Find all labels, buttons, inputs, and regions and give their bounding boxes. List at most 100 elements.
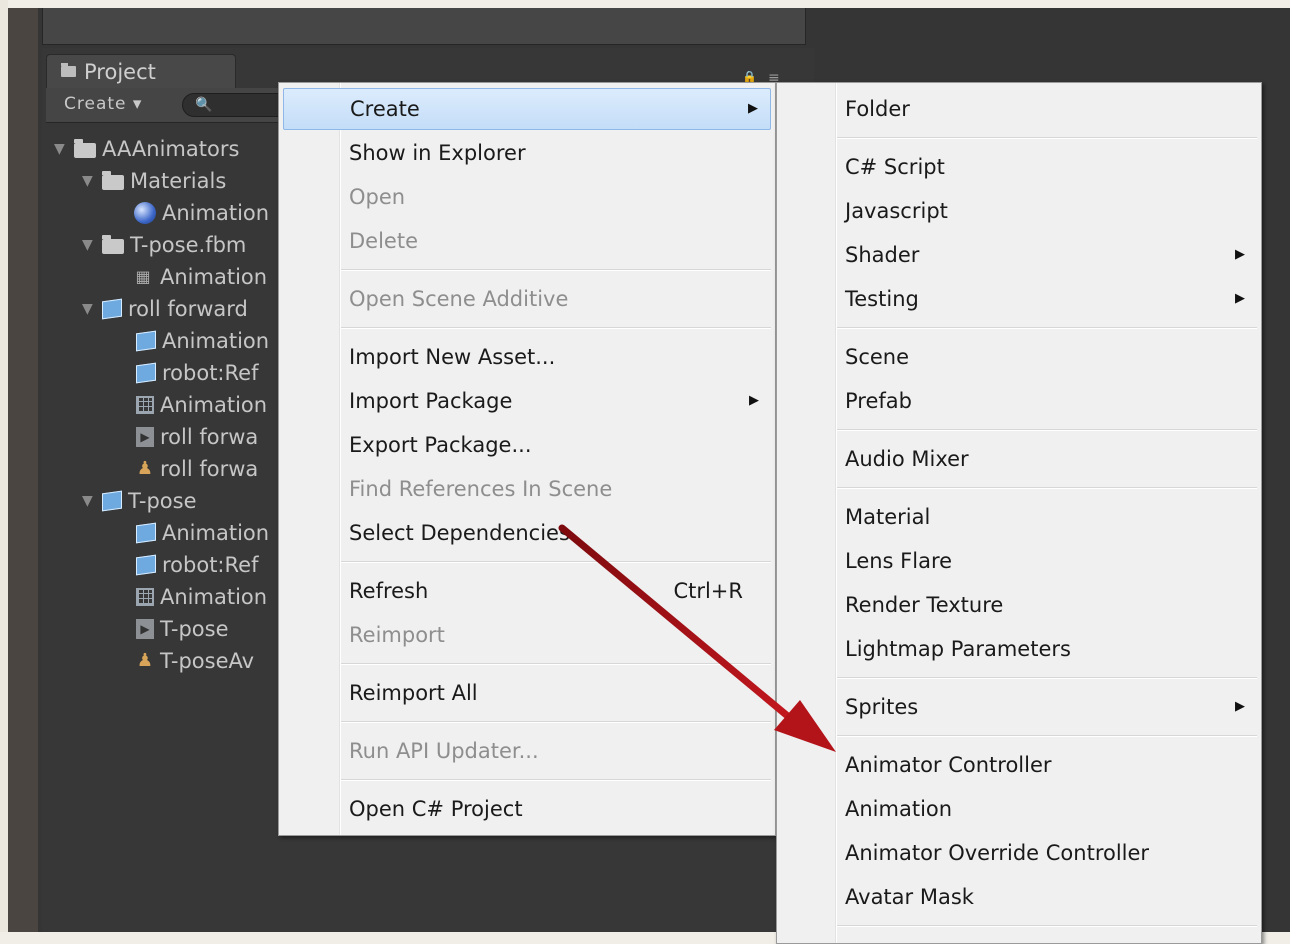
tree-row[interactable]: Animation <box>134 198 269 228</box>
tree-row[interactable]: ▶ T-pose <box>136 614 229 644</box>
menu-item-label: Open <box>349 185 406 209</box>
submenu-item-animation[interactable]: Animation <box>781 788 1257 830</box>
menu-item-label: Animator Override Controller <box>845 841 1150 865</box>
submenu-item-sprites[interactable]: Sprites ▶ <box>781 686 1257 728</box>
menu-item-import-package[interactable]: Import Package ▶ <box>283 380 771 422</box>
menu-item-label: Find References In Scene <box>349 477 613 501</box>
menu-item-label: Refresh <box>349 579 429 603</box>
menu-item-label: Run API Updater... <box>349 739 539 763</box>
menu-separator <box>341 721 771 723</box>
menu-separator <box>341 269 771 271</box>
submenu-item-prefab[interactable]: Prefab <box>781 380 1257 422</box>
menu-item-reimport[interactable]: Reimport <box>283 614 771 656</box>
tree-label: Animation <box>162 521 270 545</box>
submenu-item-avatar-mask[interactable]: Avatar Mask <box>781 876 1257 918</box>
menu-item-label: Show in Explorer <box>349 141 526 165</box>
upper-panel <box>42 8 806 45</box>
menu-separator <box>837 327 1257 329</box>
expand-triangle-icon[interactable]: ▼ <box>82 486 102 516</box>
tree-row[interactable]: ♟ roll forwa <box>136 454 258 484</box>
menu-item-label: Material <box>845 505 931 529</box>
submenu-item-csharp-script[interactable]: C# Script <box>781 146 1257 188</box>
menu-item-import-new-asset[interactable]: Import New Asset... <box>283 336 771 378</box>
tree-label: AAAnimators <box>102 137 240 161</box>
tree-label: Animation <box>160 265 268 289</box>
menu-item-run-api-updater[interactable]: Run API Updater... <box>283 730 771 772</box>
menu-item-show-in-explorer[interactable]: Show in Explorer <box>283 132 771 174</box>
submenu-item-material[interactable]: Material <box>781 496 1257 538</box>
menu-separator <box>837 487 1257 489</box>
menu-item-open[interactable]: Open <box>283 176 771 218</box>
submenu-item-javascript[interactable]: Javascript <box>781 190 1257 232</box>
submenu-item-animator-override-controller[interactable]: Animator Override Controller <box>781 832 1257 874</box>
folder-icon <box>61 63 76 77</box>
tree-row[interactable]: ▦ Animation <box>132 262 267 292</box>
menu-item-label: Open Scene Additive <box>349 287 569 311</box>
tree-label: T-pose <box>128 489 197 513</box>
menu-item-label: Audio Mixer <box>845 447 969 471</box>
model-prefab-icon <box>136 362 156 384</box>
submenu-arrow-icon: ▶ <box>749 393 759 408</box>
menu-item-reimport-all[interactable]: Reimport All <box>283 672 771 714</box>
menu-item-open-scene-additive[interactable]: Open Scene Additive <box>283 278 771 320</box>
submenu-item-audio-mixer[interactable]: Audio Mixer <box>781 438 1257 480</box>
menu-item-refresh[interactable]: Refresh Ctrl+R <box>283 570 771 612</box>
model-prefab-icon <box>136 330 156 352</box>
tree-row[interactable]: ▼ T-pose <box>82 486 197 516</box>
menu-separator <box>837 735 1257 737</box>
menu-separator <box>837 429 1257 431</box>
submenu-item-folder[interactable]: Folder <box>781 88 1257 130</box>
submenu-item-testing[interactable]: Testing ▶ <box>781 278 1257 320</box>
tree-row[interactable]: robot:Ref <box>136 358 258 388</box>
submenu-item-lightmap-parameters[interactable]: Lightmap Parameters <box>781 628 1257 670</box>
texture-icon: ▦ <box>135 267 151 286</box>
avatar-icon: ♟ <box>136 650 154 671</box>
tree-row[interactable]: ▼ T-pose.fbm <box>82 230 246 260</box>
menu-item-label: Prefab <box>845 389 912 413</box>
tree-row[interactable]: Animation <box>136 518 269 548</box>
tree-label: robot:Ref <box>162 361 259 385</box>
expand-triangle-icon[interactable]: ▼ <box>82 230 102 260</box>
menu-item-find-references[interactable]: Find References In Scene <box>283 468 771 510</box>
menu-item-label: Avatar Mask <box>845 885 974 909</box>
tree-row[interactable]: Animation <box>136 582 267 612</box>
expand-triangle-icon[interactable]: ▼ <box>82 166 102 196</box>
menu-item-label: Delete <box>349 229 418 253</box>
menu-item-open-csharp-project[interactable]: Open C# Project <box>283 788 771 830</box>
menu-item-label: Export Package... <box>349 433 532 457</box>
menu-item-label: Lightmap Parameters <box>845 637 1071 661</box>
menu-item-select-dependencies[interactable]: Select Dependencies <box>283 512 771 554</box>
menu-item-label: Animation <box>845 797 953 821</box>
submenu-item-animator-controller[interactable]: Animator Controller <box>781 744 1257 786</box>
create-dropdown-button[interactable]: Create ▾ <box>64 94 142 114</box>
submenu-item-scene[interactable]: Scene <box>781 336 1257 378</box>
menu-item-delete[interactable]: Delete <box>283 220 771 262</box>
tree-row[interactable]: ♟ T-poseAv <box>136 646 254 676</box>
submenu-item-render-texture[interactable]: Render Texture <box>781 584 1257 626</box>
frame-border <box>0 0 8 932</box>
tree-row[interactable]: ▼ Materials <box>82 166 226 196</box>
menu-separator <box>837 137 1257 139</box>
tree-row[interactable]: ▼ roll forward <box>82 294 248 324</box>
tree-row[interactable]: robot:Ref <box>136 550 258 580</box>
menu-item-label: Select Dependencies <box>349 521 570 545</box>
tree-row[interactable]: ▶ roll forwa <box>136 422 258 452</box>
tree-row[interactable]: ▼ AAAnimators <box>54 134 239 164</box>
expand-triangle-icon[interactable]: ▼ <box>54 134 74 164</box>
menu-item-export-package[interactable]: Export Package... <box>283 424 771 466</box>
menu-separator <box>341 327 771 329</box>
menu-item-create[interactable]: Create ▶ <box>283 88 771 130</box>
submenu-item-shader[interactable]: Shader ▶ <box>781 234 1257 276</box>
submenu-arrow-icon: ▶ <box>1235 291 1245 306</box>
lock-icon[interactable]: 🔒 <box>742 70 757 84</box>
tree-row[interactable]: Animation <box>136 390 267 420</box>
submenu-arrow-icon: ▶ <box>1235 699 1245 714</box>
menu-item-label: Import New Asset... <box>349 345 556 369</box>
project-tab[interactable]: Project <box>46 54 236 88</box>
tree-row[interactable]: Animation <box>136 326 269 356</box>
search-icon: 🔍 <box>195 97 213 113</box>
expand-triangle-icon[interactable]: ▼ <box>82 294 102 324</box>
menu-item-label: Reimport All <box>349 681 478 705</box>
menu-item-label: Shader <box>845 243 920 267</box>
submenu-item-lens-flare[interactable]: Lens Flare <box>781 540 1257 582</box>
